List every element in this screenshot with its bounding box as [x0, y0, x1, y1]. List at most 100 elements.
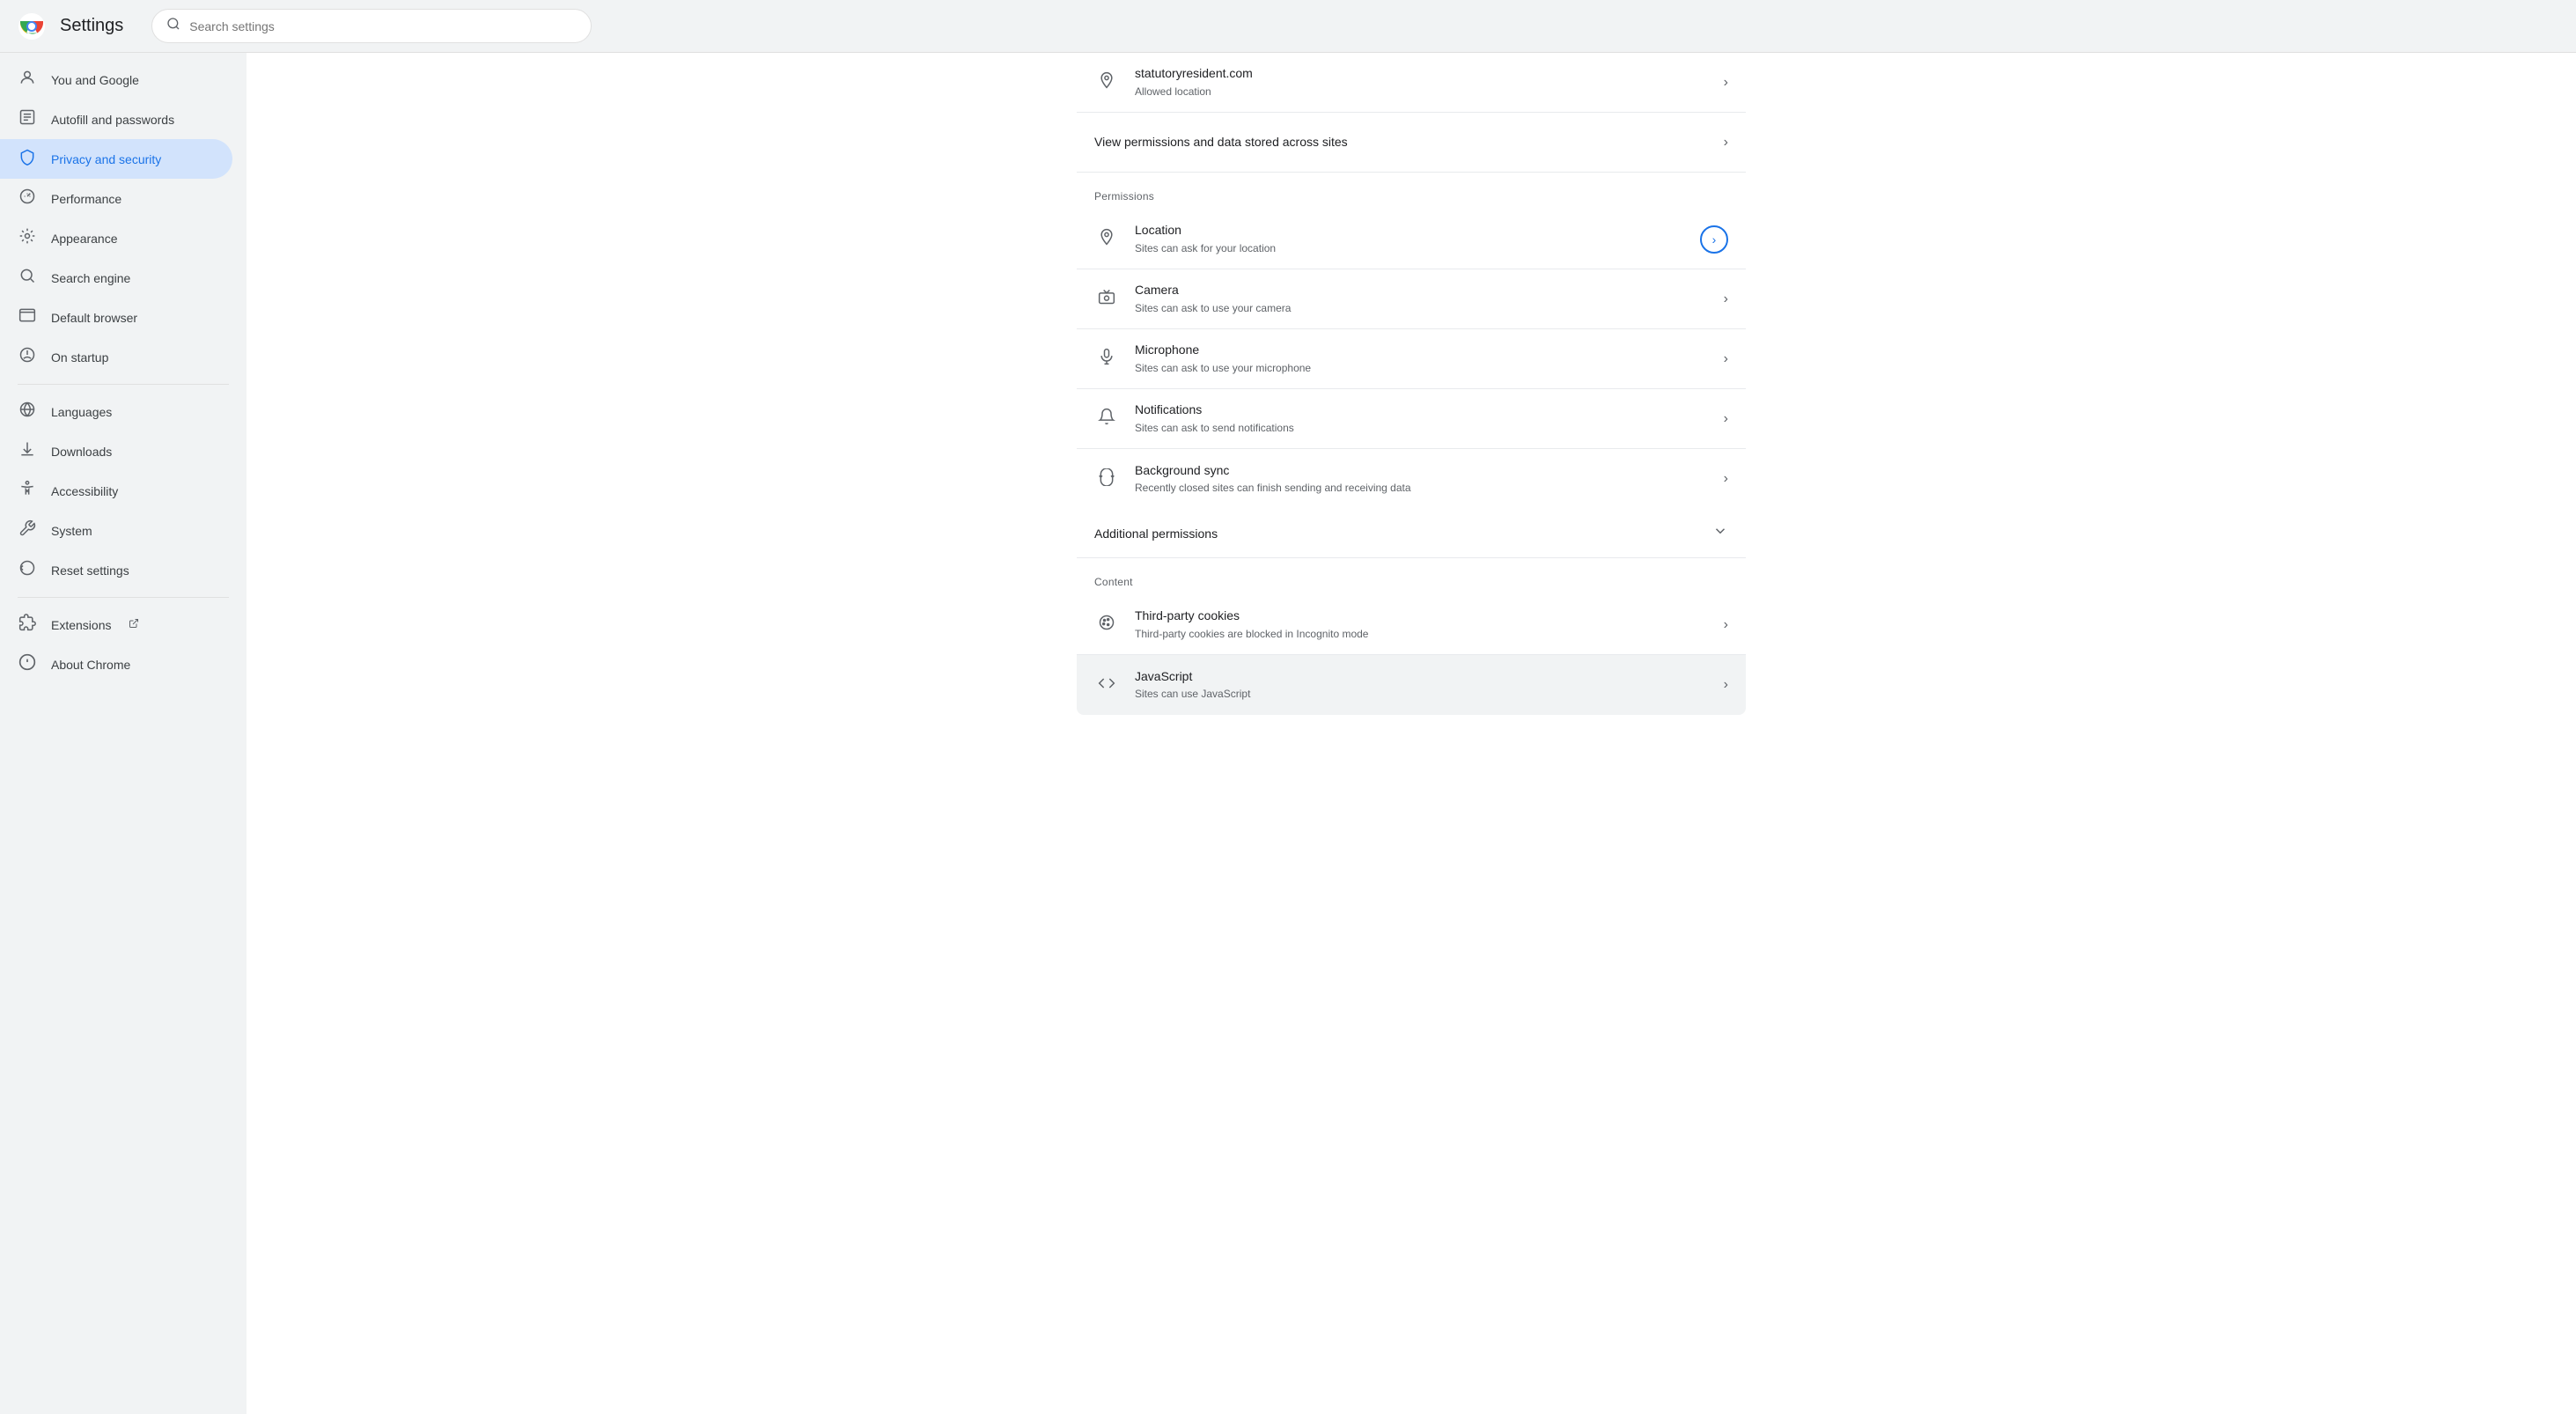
- sidebar-label-system: System: [51, 524, 92, 538]
- permission-row-notifications[interactable]: Notifications Sites can ask to send noti…: [1077, 389, 1746, 449]
- sidebar-item-about-chrome[interactable]: About Chrome: [0, 644, 232, 684]
- sidebar-label-appearance: Appearance: [51, 232, 118, 246]
- extensions-icon: [18, 614, 37, 636]
- location-permission-content: Location Sites can ask for your location: [1135, 222, 1684, 255]
- bgsync-permission-sub: Recently closed sites can finish sending…: [1135, 481, 1708, 496]
- view-permissions-row[interactable]: View permissions and data stored across …: [1077, 113, 1746, 173]
- sidebar-item-appearance[interactable]: Appearance: [0, 218, 232, 258]
- sidebar-label-default-browser: Default browser: [51, 311, 137, 325]
- sidebar-label-downloads: Downloads: [51, 445, 112, 459]
- languages-icon: [18, 401, 37, 423]
- bgsync-arrow: ›: [1724, 471, 1728, 487]
- camera-permission-title: Camera: [1135, 282, 1708, 299]
- sidebar-item-system[interactable]: System: [0, 511, 232, 550]
- performance-icon: [18, 188, 37, 210]
- notifications-permission-content: Notifications Sites can ask to send noti…: [1135, 401, 1708, 435]
- notifications-permission-sub: Sites can ask to send notifications: [1135, 421, 1708, 436]
- sidebar-label-extensions: Extensions: [51, 618, 111, 632]
- js-sub: Sites can use JavaScript: [1135, 687, 1708, 702]
- view-permissions-content: View permissions and data stored across …: [1094, 134, 1708, 151]
- search-input[interactable]: [189, 19, 577, 33]
- system-icon: [18, 519, 37, 541]
- sidebar-label-accessibility: Accessibility: [51, 484, 118, 498]
- sidebar-item-search-engine[interactable]: Search engine: [0, 258, 232, 298]
- camera-arrow: ›: [1724, 291, 1728, 307]
- camera-permission-content: Camera Sites can ask to use your camera: [1135, 282, 1708, 315]
- sidebar-item-autofill[interactable]: Autofill and passwords: [0, 99, 232, 139]
- js-content: JavaScript Sites can use JavaScript: [1135, 668, 1708, 702]
- permission-row-camera[interactable]: Camera Sites can ask to use your camera …: [1077, 269, 1746, 329]
- sidebar-label-you-and-google: You and Google: [51, 73, 139, 87]
- microphone-icon: [1094, 348, 1119, 370]
- camera-permission-sub: Sites can ask to use your camera: [1135, 301, 1708, 316]
- about-icon: [18, 653, 37, 675]
- sidebar-label-languages: Languages: [51, 405, 112, 419]
- content-area: statutoryresident.com Allowed location ›…: [247, 53, 2576, 1414]
- permission-row-location[interactable]: Location Sites can ask for your location…: [1077, 210, 1746, 269]
- camera-icon: [1094, 288, 1119, 310]
- content-row-javascript[interactable]: JavaScript Sites can use JavaScript ›: [1077, 655, 1746, 715]
- content-inner: statutoryresident.com Allowed location ›…: [1077, 53, 1746, 750]
- search-bar[interactable]: [151, 9, 592, 43]
- sidebar-item-performance[interactable]: Performance: [0, 179, 232, 218]
- cookies-title: Third-party cookies: [1135, 608, 1708, 625]
- location-permission-sub: Sites can ask for your location: [1135, 241, 1684, 256]
- content-row-third-party-cookies[interactable]: Third-party cookies Third-party cookies …: [1077, 595, 1746, 655]
- sidebar-item-on-startup[interactable]: On startup: [0, 337, 232, 377]
- bgsync-permission-title: Background sync: [1135, 462, 1708, 480]
- location-icon: [1094, 228, 1119, 250]
- reset-icon: [18, 559, 37, 581]
- startup-icon: [18, 346, 37, 368]
- sidebar-item-accessibility[interactable]: Accessibility: [0, 471, 232, 511]
- site-row-statutoryresident[interactable]: statutoryresident.com Allowed location ›: [1077, 53, 1746, 113]
- notifications-permission-title: Notifications: [1135, 401, 1708, 419]
- js-title: JavaScript: [1135, 668, 1708, 686]
- cookies-content: Third-party cookies Third-party cookies …: [1135, 608, 1708, 641]
- site-subtitle: Allowed location: [1135, 85, 1708, 99]
- permissions-section-header: Permissions: [1077, 173, 1746, 210]
- search-engine-icon: [18, 267, 37, 289]
- site-row-content: statutoryresident.com Allowed location: [1135, 65, 1708, 99]
- sync-icon: [1094, 468, 1119, 490]
- view-permissions-title: View permissions and data stored across …: [1094, 134, 1708, 151]
- microphone-permission-content: Microphone Sites can ask to use your mic…: [1135, 342, 1708, 375]
- location-arrow-circled: ›: [1700, 225, 1728, 254]
- sidebar-divider-1: [18, 384, 229, 385]
- content-section-header: Content: [1077, 558, 1746, 595]
- javascript-icon: [1094, 674, 1119, 696]
- person-icon: [18, 69, 37, 91]
- main-layout: You and Google Autofill and passwords Pr…: [0, 53, 2576, 1414]
- sidebar-label-search-engine: Search engine: [51, 271, 130, 285]
- sidebar-item-languages[interactable]: Languages: [0, 392, 232, 431]
- expand-chevron-down-icon: [1712, 523, 1728, 543]
- additional-permissions-label: Additional permissions: [1094, 527, 1218, 541]
- notifications-icon: [1094, 408, 1119, 430]
- sidebar-label-autofill: Autofill and passwords: [51, 113, 174, 127]
- sidebar-item-reset-settings[interactable]: Reset settings: [0, 550, 232, 590]
- site-title: statutoryresident.com: [1135, 65, 1708, 83]
- topbar: Settings: [0, 0, 2576, 53]
- location-site-icon: [1094, 71, 1119, 93]
- sidebar-item-you-and-google[interactable]: You and Google: [0, 60, 232, 99]
- external-link-icon: [129, 618, 139, 631]
- permission-row-background-sync[interactable]: Background sync Recently closed sites ca…: [1077, 449, 1746, 509]
- permissions-list: Location Sites can ask for your location…: [1077, 210, 1746, 509]
- sidebar-item-privacy[interactable]: Privacy and security: [0, 139, 232, 179]
- sidebar-item-extensions[interactable]: Extensions: [0, 605, 232, 644]
- search-icon: [166, 17, 180, 35]
- cookies-icon: [1094, 614, 1119, 636]
- accessibility-icon: [18, 480, 37, 502]
- sidebar-item-default-browser[interactable]: Default browser: [0, 298, 232, 337]
- microphone-permission-title: Microphone: [1135, 342, 1708, 359]
- bgsync-permission-content: Background sync Recently closed sites ca…: [1135, 462, 1708, 496]
- additional-permissions-row[interactable]: Additional permissions: [1077, 509, 1746, 558]
- location-permission-title: Location: [1135, 222, 1684, 239]
- content-list: Third-party cookies Third-party cookies …: [1077, 595, 1746, 715]
- sidebar-label-about-chrome: About Chrome: [51, 658, 130, 672]
- cookies-sub: Third-party cookies are blocked in Incog…: [1135, 627, 1708, 642]
- sidebar: You and Google Autofill and passwords Pr…: [0, 53, 247, 1414]
- permission-row-microphone[interactable]: Microphone Sites can ask to use your mic…: [1077, 329, 1746, 389]
- sidebar-divider-2: [18, 597, 229, 598]
- sidebar-item-downloads[interactable]: Downloads: [0, 431, 232, 471]
- microphone-arrow: ›: [1724, 351, 1728, 367]
